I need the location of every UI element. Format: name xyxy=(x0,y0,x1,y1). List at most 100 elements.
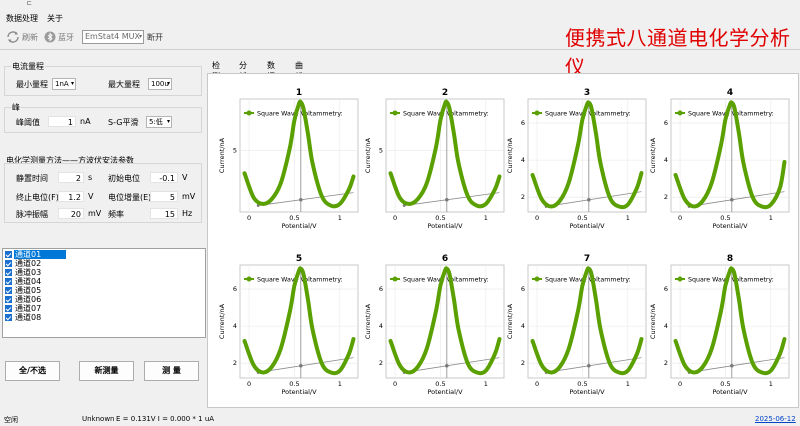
chart-title: 6 xyxy=(442,254,448,264)
channel-label: 通道07 xyxy=(15,304,42,313)
max-range-select[interactable]: 100u ▾ xyxy=(148,78,172,90)
y-tick-label: 6 xyxy=(521,119,525,127)
baseline-point xyxy=(445,197,449,202)
new-measure-button[interactable]: 新测量 xyxy=(79,361,134,381)
x-tick-label: 1 xyxy=(484,214,488,222)
init-potential-input[interactable]: -0.1 xyxy=(150,172,178,183)
list-item[interactable]: 通道08 xyxy=(5,313,205,322)
legend-marker xyxy=(392,276,398,282)
measure-button[interactable]: 测 量 xyxy=(144,361,199,381)
end-potential-unit: V xyxy=(88,192,94,201)
bluetooth-button[interactable]: 蓝牙 xyxy=(44,30,74,44)
chart-title: 4 xyxy=(727,88,733,98)
x-tick-label: 0.5 xyxy=(289,380,299,388)
chart-title: 7 xyxy=(584,254,590,264)
checkbox-checked-icon[interactable] xyxy=(5,278,12,285)
list-item[interactable]: 通道01 xyxy=(5,250,205,259)
x-tick-label: 1 xyxy=(769,380,773,388)
y-tick-label: 2 xyxy=(664,359,668,367)
step-input[interactable]: 5 xyxy=(150,191,178,202)
list-item[interactable]: 通道07 xyxy=(5,304,205,313)
max-range-label: 最大量程 xyxy=(108,80,140,89)
chart-title: 2 xyxy=(442,88,448,98)
x-tick-label: 0 xyxy=(393,214,397,222)
legend-marker xyxy=(534,110,540,116)
x-axis-label: Potential/V xyxy=(712,388,748,396)
chart-area: 0 0.5 1 5 1 Potential/V Current/nA Square Wave … xyxy=(207,73,799,408)
checkbox-checked-icon[interactable] xyxy=(5,296,12,303)
list-item[interactable]: 通道03 xyxy=(5,268,205,277)
channel-label: 通道03 xyxy=(15,268,42,277)
menu-data-processing[interactable]: 数据处理 xyxy=(6,13,38,24)
checkbox-checked-icon[interactable] xyxy=(5,260,12,267)
select-all-button[interactable]: 全/不选 xyxy=(5,361,60,381)
baseline-point xyxy=(587,364,591,368)
legend-label: Square Wave Voltammetry: xyxy=(403,277,489,284)
freq-input[interactable]: 15 xyxy=(150,208,178,219)
checkbox-checked-icon[interactable] xyxy=(5,305,12,312)
rest-time-input[interactable]: 2 xyxy=(58,172,84,183)
pulse-input[interactable]: 20 xyxy=(58,208,84,219)
channel-label: 通道06 xyxy=(15,295,42,304)
disconnect-button[interactable]: 断开 xyxy=(147,30,163,44)
x-tick-label: 1 xyxy=(338,380,342,388)
x-tick-label: 0 xyxy=(535,214,539,222)
x-tick-label: 1 xyxy=(626,380,630,388)
checkbox-checked-icon[interactable] xyxy=(5,314,12,321)
x-tick-label: 1 xyxy=(484,380,488,388)
smoothing-value: 5:低 xyxy=(149,118,163,126)
list-item[interactable]: 通道04 xyxy=(5,277,205,286)
end-potential-input[interactable]: 1.2 xyxy=(58,191,84,202)
list-item[interactable]: 通道06 xyxy=(5,295,205,304)
channel-list[interactable]: 通道01 通道02 通道03 通道04 通道05 通道06 通道07 通道08 xyxy=(2,248,206,338)
y-tick-label: 5 xyxy=(379,147,383,155)
bluetooth-icon xyxy=(44,31,56,43)
y-tick-label: 4 xyxy=(521,322,525,330)
x-axis-label: Potential/V xyxy=(712,222,748,230)
legend-marker xyxy=(677,276,683,282)
chart-title: 8 xyxy=(727,254,733,264)
baseline-point xyxy=(587,198,591,202)
smoothing-label: S-G平滑 xyxy=(108,118,139,127)
device-select[interactable]: EmStat4 MUX ▾ xyxy=(82,30,144,44)
smoothing-select[interactable]: 5:低 ▾ xyxy=(146,116,172,128)
peak-threshold-label: 峰阈值 xyxy=(16,118,40,127)
device-select-value: EmStat4 MUX xyxy=(85,32,140,41)
channel-label: 通道05 xyxy=(15,286,42,295)
y-tick-label: 2 xyxy=(379,359,383,367)
legend-marker xyxy=(534,276,540,282)
step-unit: mV xyxy=(182,192,196,201)
y-tick-label: 2 xyxy=(664,193,668,201)
status-device: Unknown xyxy=(82,415,115,423)
y-tick-label: 4 xyxy=(379,322,383,330)
y-tick-label: 5 xyxy=(233,147,237,155)
baseline-point xyxy=(299,364,303,368)
checkbox-checked-icon[interactable] xyxy=(5,269,12,276)
chevron-down-icon: ▾ xyxy=(138,33,142,40)
checkbox-checked-icon[interactable] xyxy=(5,251,12,258)
y-tick-label: 6 xyxy=(521,285,525,293)
legend-label: Square Wave Voltammetry: xyxy=(688,277,774,284)
menu-about[interactable]: 关于 xyxy=(47,13,63,24)
x-tick-label: 1 xyxy=(626,214,630,222)
status-date[interactable]: 2025-06-12 xyxy=(755,415,796,423)
refresh-label: 刷新 xyxy=(22,32,38,42)
charts-canvas: 0 0.5 1 5 1 Potential/V Current/nA Square Wave … xyxy=(218,88,790,396)
peak-threshold-input[interactable]: 1 xyxy=(48,116,76,127)
legend-marker xyxy=(677,110,683,116)
x-axis-label: Potential/V xyxy=(569,388,605,396)
min-range-select[interactable]: 1nA ▾ xyxy=(52,78,76,90)
x-tick-label: 0.5 xyxy=(435,380,445,388)
refresh-button[interactable]: 刷新 xyxy=(6,30,38,44)
checkbox-checked-icon[interactable] xyxy=(5,287,12,294)
legend-label: Square Wave Voltammetry: xyxy=(688,111,774,118)
freq-label: 频率 xyxy=(108,210,124,219)
y-tick-label: 6 xyxy=(664,119,668,127)
list-item[interactable]: 通道05 xyxy=(5,286,205,295)
list-item[interactable]: 通道02 xyxy=(5,259,205,268)
x-tick-label: 0.5 xyxy=(720,214,730,222)
pulse-unit: mV xyxy=(88,209,102,218)
status-readout: E = 0.131V I = 0.000 * 1 uA xyxy=(116,415,215,423)
x-axis-label: Potential/V xyxy=(427,388,463,396)
y-tick-label: 6 xyxy=(664,285,668,293)
